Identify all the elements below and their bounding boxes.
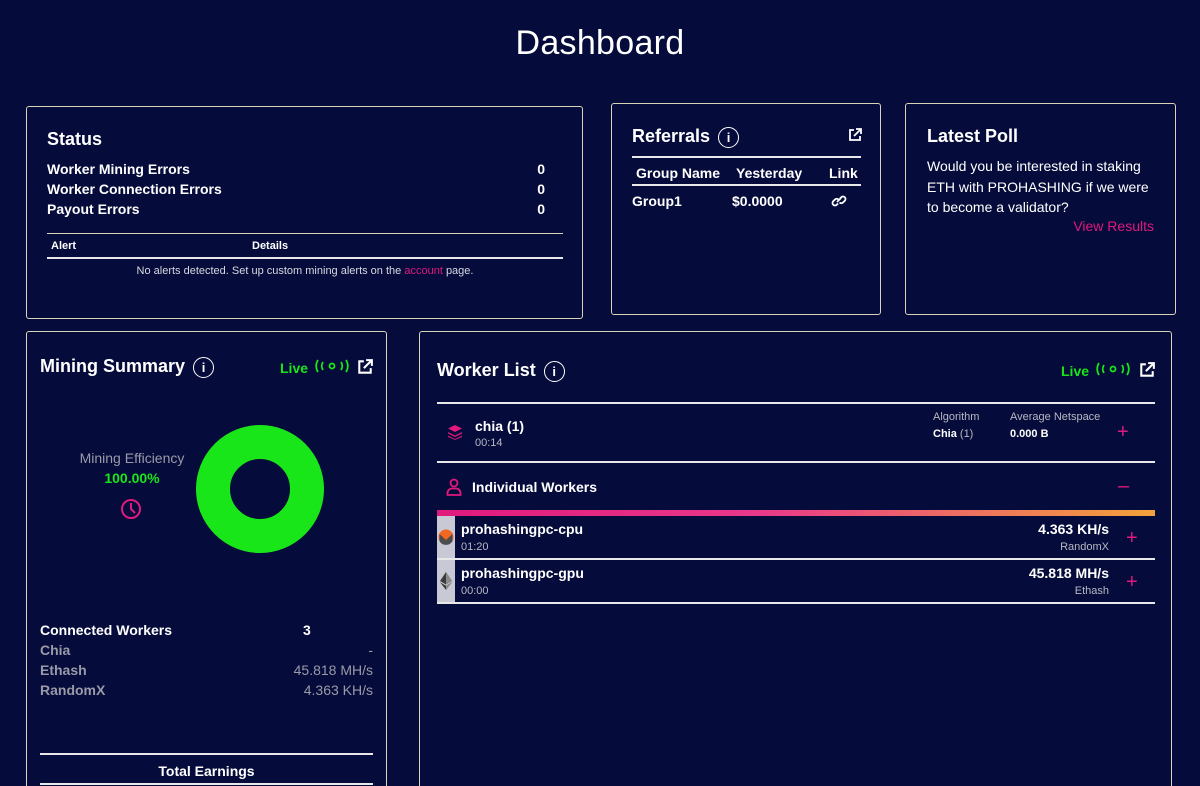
connected-workers-value: 3 bbox=[303, 622, 311, 638]
individual-workers-header[interactable]: Individual Workers – bbox=[437, 463, 1155, 511]
column-header-alert: Alert bbox=[51, 240, 77, 252]
algorithm-group-row[interactable]: chia (1) 00:14 Algorithm Chia (1) Averag… bbox=[437, 402, 1155, 463]
collapse-button[interactable]: – bbox=[1118, 476, 1129, 496]
algorithm-count: (1) bbox=[959, 428, 974, 440]
mining-efficiency-label: Mining Efficiency bbox=[79, 450, 185, 466]
column-header-group: Group Name bbox=[636, 165, 721, 181]
netspace-column-label: Average Netspace bbox=[1010, 411, 1101, 423]
worker-hashrate: 45.818 MH/s bbox=[1028, 565, 1109, 581]
user-icon bbox=[446, 478, 462, 501]
algorithm-name: RandomX bbox=[40, 682, 106, 698]
live-label: Live bbox=[280, 359, 309, 376]
alerts-empty-suffix: page. bbox=[445, 265, 474, 277]
status-card: Status Worker Mining Errors 0 Worker Con… bbox=[26, 106, 583, 319]
info-icon[interactable]: i bbox=[193, 356, 215, 378]
table-row: Group1 $0.0000 bbox=[632, 186, 861, 218]
live-indicator[interactable]: Live bbox=[280, 358, 351, 377]
live-indicator[interactable]: Live bbox=[1061, 361, 1132, 380]
algorithm-rate: - bbox=[368, 642, 373, 658]
expand-button[interactable]: + bbox=[1126, 528, 1138, 548]
algorithm-name: Ethash bbox=[40, 662, 87, 678]
alerts-empty-message: No alerts detected. Set up custom mining… bbox=[47, 265, 563, 277]
external-link-icon[interactable] bbox=[848, 128, 864, 144]
worker-algorithm: Ethash bbox=[1074, 585, 1109, 597]
worker-list-title: Worker List i bbox=[437, 360, 565, 382]
expand-button[interactable]: + bbox=[1126, 572, 1138, 592]
status-label: Worker Mining Errors bbox=[47, 161, 190, 177]
worker-row[interactable]: prohashingpc-gpu 00:00 45.818 MH/s Ethas… bbox=[437, 560, 1155, 604]
status-row: Worker Connection Errors 0 bbox=[47, 181, 545, 197]
algorithm-rate: 4.363 KH/s bbox=[303, 682, 373, 698]
column-header-link: Link bbox=[829, 165, 858, 181]
broadcast-icon bbox=[1094, 361, 1132, 380]
status-label: Payout Errors bbox=[47, 201, 140, 217]
status-row: Worker Mining Errors 0 bbox=[47, 161, 545, 177]
info-icon[interactable]: i bbox=[543, 360, 565, 382]
status-value: 0 bbox=[537, 161, 545, 177]
alerts-table-header: Alert Details bbox=[47, 233, 563, 259]
mining-efficiency-value: 100.00% bbox=[104, 470, 160, 486]
referrals-table: Group Name Yesterday Link Group1 $0.0000 bbox=[632, 156, 861, 218]
worker-algorithm: RandomX bbox=[1060, 541, 1109, 553]
referral-yesterday: $0.0000 bbox=[732, 193, 783, 209]
efficiency-donut-chart bbox=[196, 425, 324, 558]
page-title: Dashboard bbox=[515, 24, 685, 62]
referral-group: Group1 bbox=[632, 193, 682, 209]
worker-list-title-text: Worker List bbox=[437, 360, 536, 380]
efficiency-donut-arc bbox=[196, 425, 324, 553]
expand-button[interactable]: + bbox=[1117, 422, 1129, 442]
column-header-yesterday: Yesterday bbox=[736, 165, 803, 181]
layers-icon bbox=[447, 424, 463, 445]
worker-name: prohashingpc-cpu bbox=[461, 521, 584, 537]
external-link-icon[interactable] bbox=[357, 359, 373, 375]
alerts-table: Alert Details No alerts detected. Set up… bbox=[47, 233, 563, 277]
worker-row[interactable]: prohashingpc-cpu 01:20 4.363 KH/s Random… bbox=[437, 516, 1155, 560]
total-earnings-header: Total Earnings bbox=[40, 753, 373, 785]
referrals-table-header: Group Name Yesterday Link bbox=[632, 156, 861, 186]
worker-list-card: Worker List i Live chia (1) 00:14 Algori… bbox=[419, 331, 1172, 786]
status-label: Worker Connection Errors bbox=[47, 181, 222, 197]
algorithm-column-value: Chia (1) bbox=[933, 428, 973, 440]
mining-summary-title-text: Mining Summary bbox=[40, 356, 186, 376]
referrals-card: Referrals i Group Name Yesterday Link Gr… bbox=[611, 103, 881, 315]
column-header-details: Details bbox=[252, 240, 289, 252]
algorithm-group-name: chia (1) bbox=[475, 418, 525, 434]
ethereum-icon bbox=[437, 560, 455, 602]
algorithm-group-time: 00:14 bbox=[475, 437, 503, 449]
poll-title: Latest Poll bbox=[927, 126, 1019, 146]
worker-time: 00:00 bbox=[461, 585, 489, 597]
status-title: Status bbox=[47, 129, 103, 149]
algorithm-column-label: Algorithm bbox=[933, 411, 980, 423]
mining-summary-title: Mining Summary i bbox=[40, 356, 215, 378]
worker-time: 01:20 bbox=[461, 541, 489, 553]
referrals-title: Referrals i bbox=[632, 126, 740, 148]
monero-icon bbox=[437, 516, 455, 558]
connected-workers-label: Connected Workers bbox=[40, 622, 172, 638]
algorithm-value-text: Chia bbox=[933, 428, 957, 440]
view-results-link[interactable]: View Results bbox=[1073, 218, 1154, 234]
alerts-empty-text: No alerts detected. Set up custom mining… bbox=[136, 265, 402, 277]
status-row: Payout Errors 0 bbox=[47, 201, 545, 217]
live-label: Live bbox=[1061, 362, 1090, 379]
external-link-icon[interactable] bbox=[1139, 362, 1155, 378]
mining-summary-card: Mining Summary i Live Mining Efficiency … bbox=[26, 331, 387, 786]
netspace-column-value: 0.000 B bbox=[1010, 428, 1049, 440]
algorithm-rate: 45.818 MH/s bbox=[293, 662, 373, 678]
link-icon[interactable] bbox=[831, 194, 847, 211]
referrals-title-text: Referrals bbox=[632, 126, 711, 146]
status-value: 0 bbox=[537, 181, 545, 197]
info-icon[interactable]: i bbox=[718, 126, 740, 148]
worker-name: prohashingpc-gpu bbox=[461, 565, 584, 581]
individual-workers-label: Individual Workers bbox=[472, 479, 597, 495]
poll-question: Would you be interested in staking ETH w… bbox=[927, 158, 1149, 215]
clock-icon bbox=[120, 498, 142, 520]
worker-hashrate: 4.363 KH/s bbox=[1038, 521, 1109, 537]
broadcast-icon bbox=[313, 358, 351, 377]
account-link[interactable]: account bbox=[404, 265, 443, 277]
latest-poll-card: Latest Poll Would you be interested in s… bbox=[905, 103, 1176, 315]
algorithm-name: Chia bbox=[40, 642, 71, 658]
status-value: 0 bbox=[537, 201, 545, 217]
